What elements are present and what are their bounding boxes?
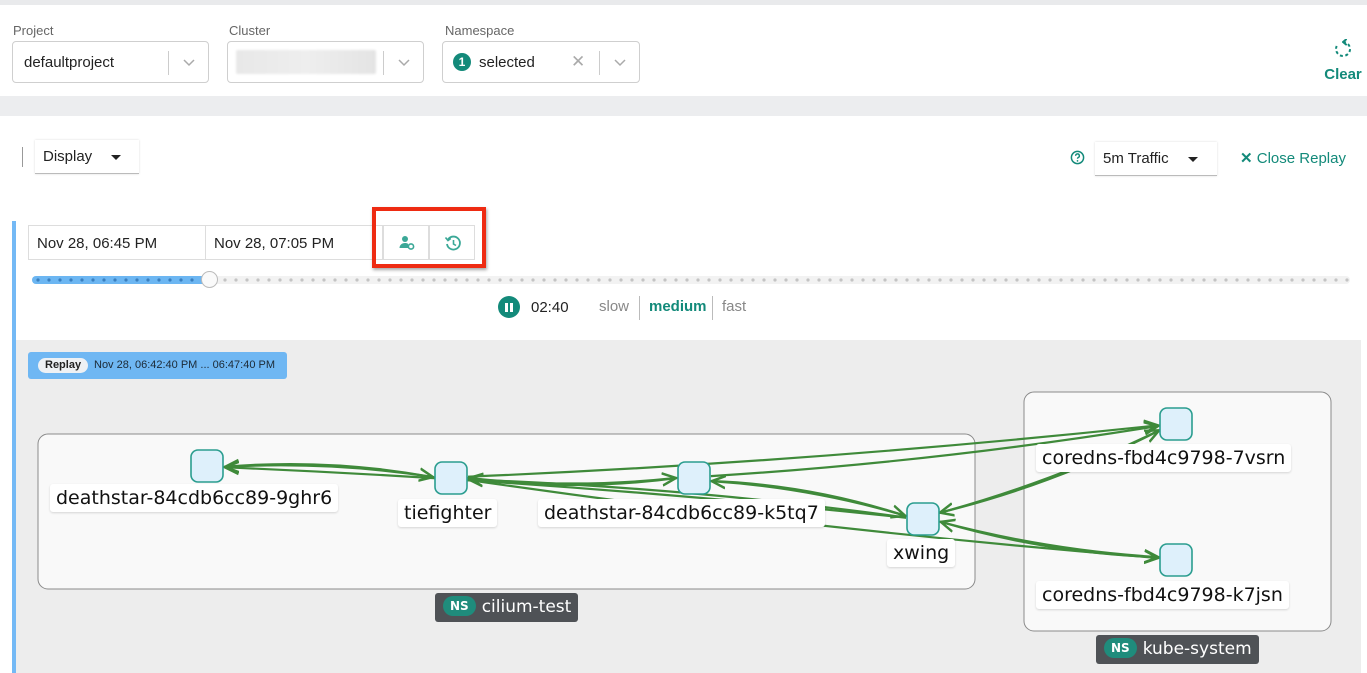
node-label[interactable]: xwing [887, 539, 956, 567]
node-dsk[interactable] [677, 461, 711, 495]
namespace-label-cilium-test: NS cilium-test [435, 593, 579, 622]
node-c7v[interactable] [1159, 407, 1193, 441]
node-label[interactable]: deathstar-84cdb6cc89-9ghr6 [50, 484, 339, 512]
node-label[interactable]: tiefighter [398, 499, 498, 527]
ns-badge: NS [443, 596, 476, 616]
node-label[interactable]: coredns-fbd4c9798-k7jsn [1036, 581, 1289, 609]
namespace-name: kube-system [1142, 639, 1252, 659]
node-label[interactable]: coredns-fbd4c9798-7vsrn [1036, 444, 1292, 472]
node-xw[interactable] [906, 502, 940, 536]
node-ck7[interactable] [1159, 543, 1193, 577]
ns-badge: NS [1104, 638, 1137, 658]
node-tie[interactable] [434, 461, 468, 495]
namespace-label-kube-system: NS kube-system [1096, 635, 1259, 664]
namespace-name: cilium-test [481, 597, 572, 617]
node-ds9[interactable] [190, 449, 224, 483]
service-map-graph [37, 391, 1332, 632]
node-label[interactable]: deathstar-84cdb6cc89-k5tq7 [538, 499, 825, 527]
